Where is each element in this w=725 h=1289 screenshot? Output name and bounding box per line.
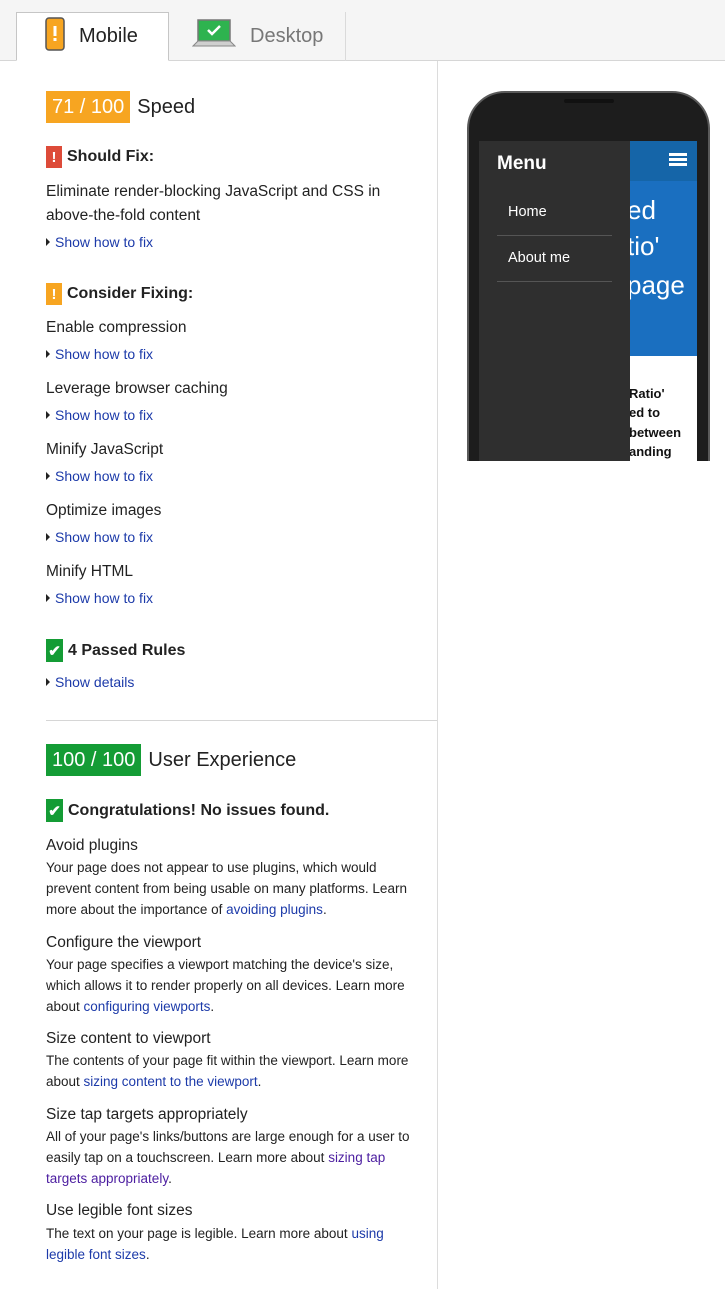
speed-score-badge: 71 / 100 xyxy=(46,91,131,123)
ux-rule-description: All of your page's links/buttons are lar… xyxy=(46,1126,421,1189)
expand-triangle-icon xyxy=(46,238,50,246)
passed-rules-title: ✔ 4 Passed Rules xyxy=(46,639,185,662)
tab-desktop-label: Desktop xyxy=(250,25,324,47)
body-text-line: anding xyxy=(629,444,672,459)
passed-rules-label: 4 Passed Rules xyxy=(68,641,186,659)
expand-triangle-icon xyxy=(46,533,50,541)
expand-triangle-icon xyxy=(46,411,50,419)
show-how-to-fix-link[interactable]: Show how to fix xyxy=(46,407,153,423)
ux-heading: 100 / 100 User Experience xyxy=(46,744,296,776)
show-how-to-fix-label: Show how to fix xyxy=(55,234,154,250)
phone-screen: ed tio' page Ratio' ed to between anding… xyxy=(479,141,697,461)
learn-more-link[interactable]: configuring viewports xyxy=(84,999,211,1014)
exclamation-icon: ! xyxy=(46,146,62,168)
tab-mobile-label: Mobile xyxy=(79,25,138,47)
ux-rule-description: Your page does not appear to use plugins… xyxy=(46,857,421,920)
ux-desc-end: . xyxy=(257,1074,262,1089)
tab-mobile[interactable]: Mobile xyxy=(16,12,169,61)
ux-rule-title: Size tap targets appropriately xyxy=(46,1106,248,1123)
ux-rule-description: The text on your page is legible. Learn … xyxy=(46,1223,421,1265)
show-how-to-fix-link[interactable]: Show how to fix xyxy=(46,346,153,362)
drawer-title: Menu xyxy=(497,153,547,174)
column-divider xyxy=(437,61,438,1289)
show-how-to-fix-link[interactable]: Show how to fix xyxy=(46,234,153,250)
show-how-to-fix-link[interactable]: Show how to fix xyxy=(46,529,153,545)
expand-triangle-icon xyxy=(46,472,50,480)
tab-desktop[interactable]: Desktop xyxy=(170,12,346,61)
phone-speaker xyxy=(564,99,614,103)
ux-rule-description: The contents of your page fit within the… xyxy=(46,1050,421,1092)
hero-text-line: ed xyxy=(627,195,656,225)
show-how-to-fix-label: Show how to fix xyxy=(55,468,154,484)
show-details-link[interactable]: Show details xyxy=(46,674,134,690)
rule-minify-html: Minify HTML xyxy=(46,563,133,580)
hero-text-line: tio' xyxy=(627,231,660,261)
ux-score-badge: 100 / 100 xyxy=(46,744,142,776)
mobile-phone-icon xyxy=(45,16,65,57)
learn-more-link[interactable]: avoiding plugins xyxy=(226,902,323,917)
ux-desc-text: The text on your page is legible. Learn … xyxy=(46,1226,352,1241)
body-text-line: Ratio' xyxy=(629,386,665,401)
expand-triangle-icon xyxy=(46,350,50,358)
rule-optimize-images: Optimize images xyxy=(46,502,162,519)
congratulations-label: Congratulations! No issues found. xyxy=(68,801,330,819)
hero-text-line: page xyxy=(627,270,685,300)
show-how-to-fix-label: Show how to fix xyxy=(55,529,154,545)
speed-heading: 71 / 100 Speed xyxy=(46,91,195,123)
expand-triangle-icon xyxy=(46,678,50,686)
learn-more-link[interactable]: sizing content to the viewport xyxy=(84,1074,258,1089)
checkmark-icon: ✔ xyxy=(46,799,63,822)
show-how-to-fix-label: Show how to fix xyxy=(55,346,154,362)
consider-fixing-label: Consider Fixing: xyxy=(67,285,194,302)
mobile-preview: ed tio' page Ratio' ed to between anding… xyxy=(467,91,710,461)
expand-triangle-icon xyxy=(46,594,50,602)
drawer-divider xyxy=(497,281,612,282)
show-details-label: Show details xyxy=(55,674,135,690)
ux-rule-title: Use legible font sizes xyxy=(46,1202,193,1219)
body-text-line: between xyxy=(629,425,682,440)
ux-desc-end: . xyxy=(168,1171,172,1186)
congratulations-title: ✔ Congratulations! No issues found. xyxy=(46,799,329,822)
checkmark-icon: ✔ xyxy=(46,639,63,662)
show-how-to-fix-label: Show how to fix xyxy=(55,590,154,606)
show-how-to-fix-link[interactable]: Show how to fix xyxy=(46,468,153,484)
drawer-item-about: About me xyxy=(508,250,571,266)
ux-label: User Experience xyxy=(148,748,297,771)
rule-browser-caching: Leverage browser caching xyxy=(46,380,228,397)
rule-minify-javascript: Minify JavaScript xyxy=(46,441,164,458)
drawer-item-home: Home xyxy=(508,204,547,220)
show-how-to-fix-label: Show how to fix xyxy=(55,407,154,423)
hamburger-menu-icon xyxy=(669,153,687,167)
ux-desc-end: . xyxy=(145,1247,150,1262)
speed-label: Speed xyxy=(137,95,196,118)
drawer-divider xyxy=(497,235,612,236)
nav-drawer: Menu Home About me xyxy=(479,141,630,461)
ux-desc-end: . xyxy=(322,902,327,917)
ux-rule-title: Size content to viewport xyxy=(46,1030,211,1047)
body-text-line: ed to xyxy=(629,405,661,420)
rule-render-blocking: Eliminate render-blocking JavaScript and… xyxy=(46,183,381,224)
section-divider xyxy=(46,720,437,721)
should-fix-title: ! Should Fix: xyxy=(46,146,154,168)
exclamation-icon: ! xyxy=(46,283,62,305)
ux-desc-end: . xyxy=(210,999,215,1014)
laptop-icon xyxy=(191,18,237,55)
show-how-to-fix-link[interactable]: Show how to fix xyxy=(46,590,153,606)
consider-fixing-title: ! Consider Fixing: xyxy=(46,283,193,305)
should-fix-label: Should Fix: xyxy=(67,148,155,165)
ux-rule-title: Avoid plugins xyxy=(46,837,138,854)
ux-rule-title: Configure the viewport xyxy=(46,934,202,951)
ux-rule-description: Your page specifies a viewport matching … xyxy=(46,954,421,1017)
rule-enable-compression: Enable compression xyxy=(46,319,187,336)
